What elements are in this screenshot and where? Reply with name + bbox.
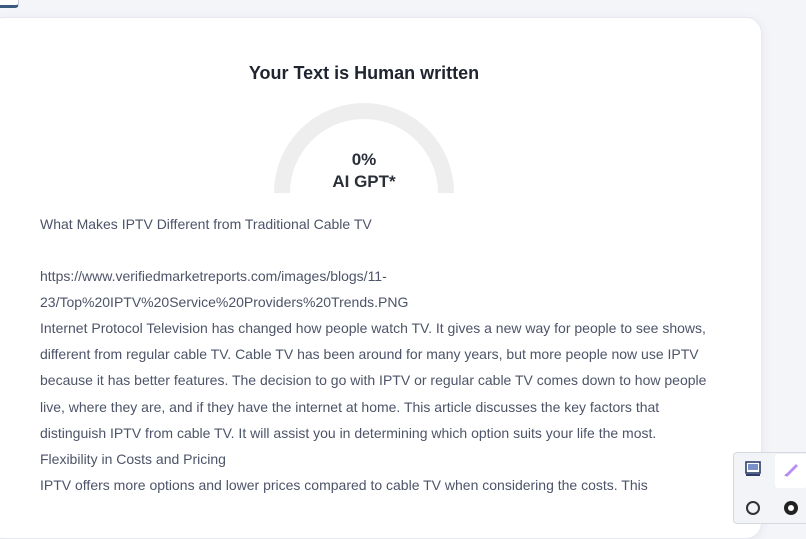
ai-score-gauge: 0% AI GPT* [274, 103, 454, 193]
floating-toolbar [733, 452, 806, 524]
grammar-button[interactable] [775, 493, 806, 527]
pen-button[interactable] [775, 454, 806, 488]
article-paragraph: What Makes IPTV Different from Tradition… [40, 216, 372, 232]
pen-icon [782, 460, 800, 483]
result-title: Your Text is Human written [248, 63, 480, 83]
tool-icon [744, 499, 762, 522]
article-paragraph: IPTV offers more options and lower price… [40, 476, 648, 493]
article-text: What Makes IPTV Different from Tradition… [40, 211, 720, 498]
tool-button[interactable] [737, 493, 769, 527]
screen-capture-button[interactable] [737, 454, 769, 488]
grammar-icon [782, 499, 800, 522]
gauge-label: AI GPT* [332, 172, 396, 191]
gauge-text: 0% AI GPT* [274, 149, 454, 193]
article-blank-line [40, 237, 720, 263]
screen-capture-icon [744, 460, 762, 483]
corner-tab[interactable] [0, 0, 19, 8]
article-paragraph: https://www.verifiedmarketreports.com/im… [40, 268, 409, 311]
article-paragraph: Flexibility in Costs and Pricing [40, 450, 226, 467]
article-paragraph: Internet Protocol Television has changed… [40, 320, 707, 441]
gauge-value: 0% [351, 150, 377, 169]
